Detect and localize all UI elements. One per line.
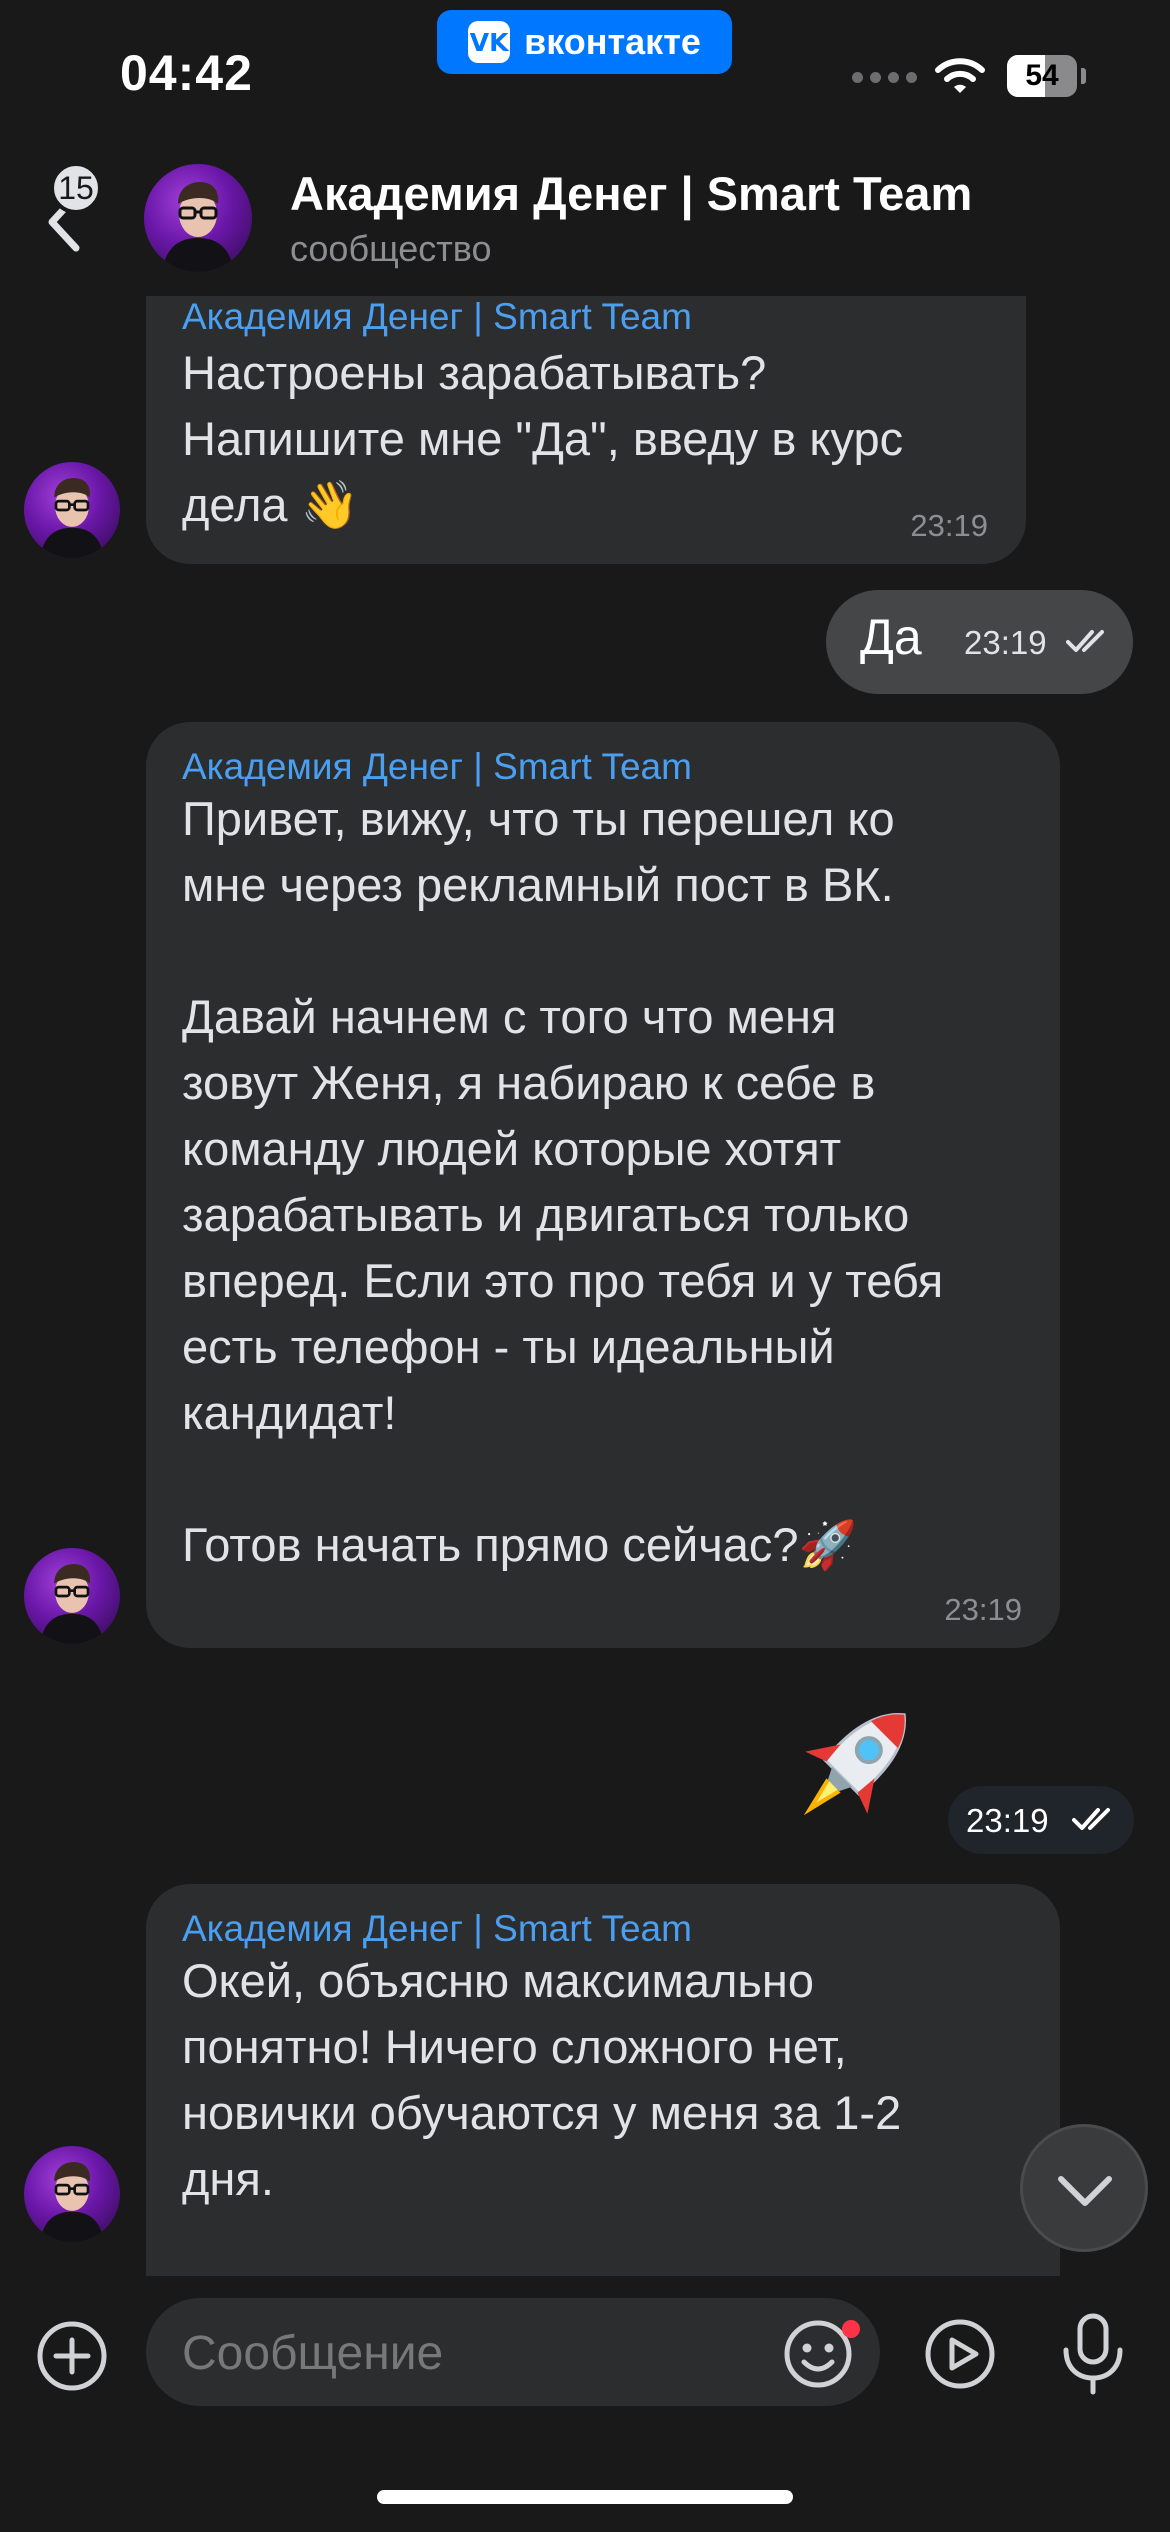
incoming-message-bubble[interactable]: Академия Денег | Smart Team Настроены за… — [146, 296, 1026, 564]
rocket-emoji-message[interactable] — [774, 1690, 934, 1840]
sender-avatar[interactable] — [24, 462, 120, 558]
add-attachment-button[interactable] — [34, 2318, 110, 2394]
video-message-button[interactable] — [922, 2316, 998, 2392]
message-input[interactable] — [180, 2322, 744, 2384]
message-time: 23:19 — [944, 1592, 1022, 1627]
battery-percent: 54 — [1025, 59, 1059, 92]
home-indicator[interactable] — [377, 2490, 793, 2504]
vk-app-pill[interactable]: VK вконтакте — [437, 10, 732, 74]
chat-subtitle: сообщество — [290, 228, 492, 269]
battery-tip — [1081, 68, 1086, 84]
cellular-signal-icon — [852, 72, 917, 83]
double-check-icon — [1066, 630, 1104, 652]
message-time: 23:19 — [910, 508, 988, 543]
vk-logo-icon: VK — [468, 21, 511, 63]
status-time: 04:42 — [120, 45, 253, 101]
message-sender-name[interactable]: Академия Денег | Smart Team — [182, 296, 692, 338]
voice-message-button[interactable] — [1058, 2312, 1128, 2396]
chevron-down-icon — [1058, 2176, 1112, 2206]
message-time: 23:19 — [964, 624, 1047, 661]
sender-avatar[interactable] — [24, 2146, 120, 2242]
vk-app-label: вконтакте — [524, 21, 701, 62]
avatar-person-illustration — [40, 478, 104, 558]
message-time: 23:19 — [966, 1802, 1049, 1839]
wifi-icon — [935, 58, 985, 93]
avatar-person-illustration — [162, 182, 234, 272]
community-avatar[interactable] — [144, 164, 252, 272]
message-text: Да — [860, 609, 922, 665]
message-text: Окей, объясню максимально понятно! Ничег… — [182, 1954, 902, 2205]
video-message-icon — [925, 2319, 995, 2389]
outgoing-message-bubble[interactable]: Да 23:19 — [826, 590, 1133, 694]
new-stickers-dot — [842, 2320, 860, 2338]
double-check-icon — [1072, 1808, 1110, 1830]
microphone-icon — [1063, 2313, 1123, 2395]
incoming-message-bubble[interactable]: Академия Денег | Smart Team Окей, объясн… — [146, 1884, 1060, 2284]
message-field[interactable] — [146, 2298, 880, 2406]
message-sender-name[interactable]: Академия Денег | Smart Team — [182, 1908, 692, 1950]
message-text: Настроены зарабатывать? Напишите мне "Да… — [182, 346, 904, 531]
chat-title[interactable]: Академия Денег | Smart Team — [290, 166, 972, 221]
unread-count-badge: 15 — [50, 162, 102, 214]
avatar-person-illustration — [40, 2162, 104, 2242]
sender-avatar[interactable] — [24, 1548, 120, 1644]
outgoing-message-meta: 23:19 — [948, 1786, 1134, 1854]
scroll-to-bottom-button[interactable] — [1020, 2124, 1148, 2252]
incoming-message-bubble[interactable]: Академия Денег | Smart Team Привет, вижу… — [146, 722, 1060, 1648]
message-text: Привет, вижу, что ты перешел ко мне чере… — [182, 792, 944, 1571]
message-sender-name[interactable]: Академия Денег | Smart Team — [182, 746, 692, 788]
avatar-person-illustration — [40, 1564, 104, 1644]
battery-indicator: 54 — [1007, 55, 1077, 97]
